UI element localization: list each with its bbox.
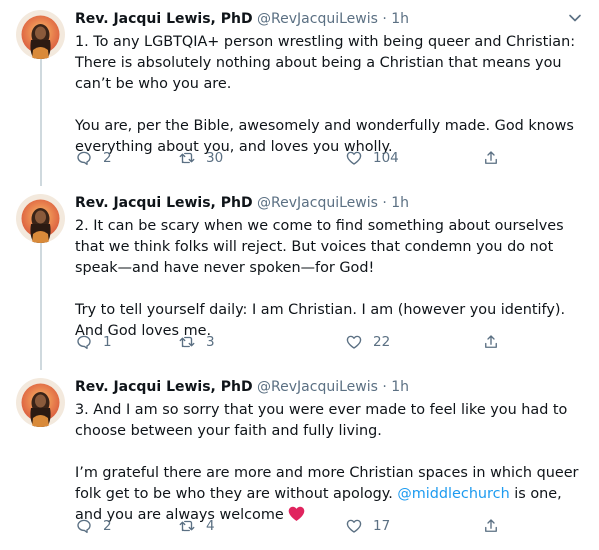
retweet-button[interactable]: 30 xyxy=(178,148,223,168)
like-button[interactable]: 22 xyxy=(345,332,390,352)
like-count: 104 xyxy=(373,150,399,166)
avatar[interactable] xyxy=(16,378,65,427)
author-name[interactable]: Rev. Jacqui Lewis, PhD xyxy=(75,195,253,211)
timestamp[interactable]: 1h xyxy=(391,11,409,27)
reply-button[interactable]: 2 xyxy=(75,516,112,536)
like-icon xyxy=(346,519,362,533)
like-count: 22 xyxy=(373,334,391,350)
reply-icon xyxy=(77,335,91,350)
tweet-paragraph: 3. And I am so sorry that you were ever … xyxy=(75,402,568,439)
tweet-actions: 2 4 17 xyxy=(75,516,515,536)
retweet-icon xyxy=(179,152,195,164)
like-icon xyxy=(346,151,362,165)
author-name[interactable]: Rev. Jacqui Lewis, PhD xyxy=(75,11,253,27)
avatar[interactable] xyxy=(16,194,65,243)
reply-button[interactable]: 1 xyxy=(75,332,112,352)
retweet-count: 4 xyxy=(206,518,215,534)
like-count: 17 xyxy=(373,518,391,534)
tweet-actions: 1 3 22 xyxy=(75,332,515,352)
author-handle[interactable]: @RevJacquiLewis xyxy=(257,195,378,211)
tweet-text: 2. It can be scary when we come to find … xyxy=(75,216,585,342)
share-button[interactable] xyxy=(482,332,500,352)
reply-button[interactable]: 2 xyxy=(75,148,112,168)
tweet-2[interactable]: Rev. Jacqui Lewis, PhD @RevJacquiLewis ·… xyxy=(0,184,599,370)
reply-icon xyxy=(77,519,91,534)
reply-count: 2 xyxy=(103,518,112,534)
author-handle[interactable]: @RevJacquiLewis xyxy=(257,11,378,27)
author-name[interactable]: Rev. Jacqui Lewis, PhD xyxy=(75,379,253,395)
author-handle[interactable]: @RevJacquiLewis xyxy=(257,379,378,395)
thread-connector xyxy=(40,236,42,370)
reply-count: 2 xyxy=(103,150,112,166)
separator-dot: · xyxy=(382,379,387,395)
separator-dot: · xyxy=(382,11,387,27)
thread-connector xyxy=(40,52,42,186)
reply-count: 1 xyxy=(103,334,112,350)
like-icon xyxy=(346,335,362,349)
reply-icon xyxy=(77,151,91,166)
retweet-button[interactable]: 3 xyxy=(178,332,215,352)
share-icon xyxy=(485,335,497,348)
tweet-text: 3. And I am so sorry that you were ever … xyxy=(75,400,585,526)
share-icon xyxy=(485,519,497,532)
retweet-button[interactable]: 4 xyxy=(178,516,215,536)
tweet-actions: 2 30 104 xyxy=(75,148,515,168)
tweet-paragraph: 2. It can be scary when we come to find … xyxy=(75,218,564,276)
tweet-3[interactable]: Rev. Jacqui Lewis, PhD @RevJacquiLewis ·… xyxy=(0,368,599,550)
tweet-paragraph: 1. To any LGBTQIA+ person wrestling with… xyxy=(75,34,576,92)
chevron-down-icon[interactable] xyxy=(567,10,583,26)
like-button[interactable]: 104 xyxy=(345,148,399,168)
mention-link[interactable]: @middlechurch xyxy=(397,486,509,502)
tweet-1[interactable]: Rev. Jacqui Lewis, PhD @RevJacquiLewis ·… xyxy=(0,0,599,186)
retweet-icon xyxy=(179,336,195,348)
retweet-count: 30 xyxy=(206,150,224,166)
like-button[interactable]: 17 xyxy=(345,516,390,536)
share-icon xyxy=(485,151,497,164)
avatar[interactable] xyxy=(16,10,65,59)
share-button[interactable] xyxy=(482,516,500,536)
timestamp[interactable]: 1h xyxy=(391,195,409,211)
separator-dot: · xyxy=(382,195,387,211)
retweet-icon xyxy=(179,520,195,532)
tweet-text: 1. To any LGBTQIA+ person wrestling with… xyxy=(75,32,585,158)
share-button[interactable] xyxy=(482,148,500,168)
timestamp[interactable]: 1h xyxy=(391,379,409,395)
retweet-count: 3 xyxy=(206,334,215,350)
